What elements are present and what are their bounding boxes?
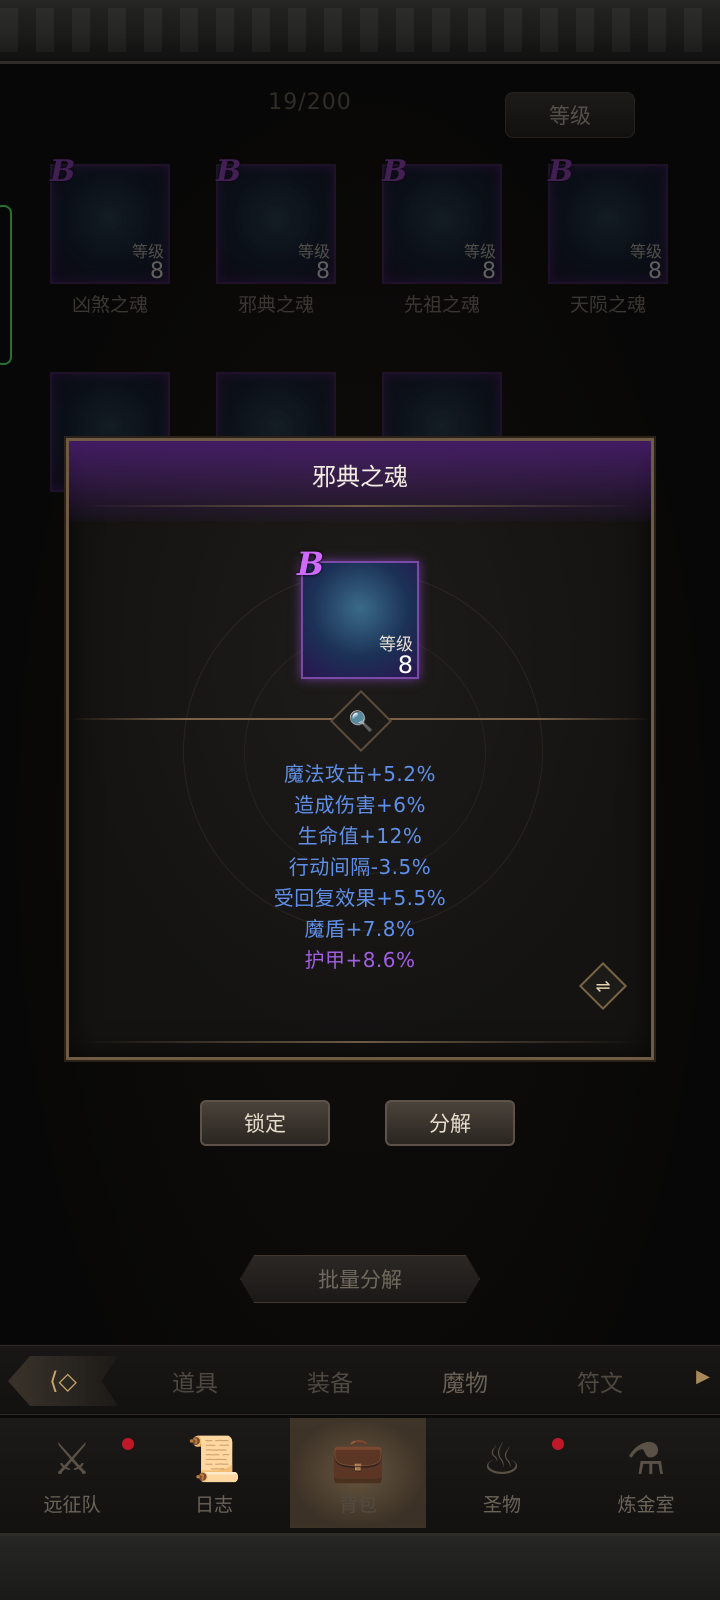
stat-line: 受回复效果+5.5% <box>273 886 447 910</box>
notification-dot <box>552 1438 564 1450</box>
nav-relics[interactable]: ♨ 圣物 <box>434 1418 570 1528</box>
tab-items[interactable]: 道具 <box>145 1364 245 1398</box>
nav-label: 圣物 <box>482 1494 521 1516</box>
alchemy-icon: ⚗ <box>626 1434 666 1485</box>
nav-expedition[interactable]: ⚔ 远征队 <box>4 1418 140 1528</box>
tab-equipment[interactable]: 装备 <box>280 1364 380 1398</box>
stats-list: 魔法攻击+5.2% 造成伤害+6% 生命值+12% 行动间隔-3.5% 受回复效… <box>69 759 651 976</box>
stat-line: 护甲+8.6% <box>304 948 416 972</box>
nav-backpack[interactable]: 💼 背包 <box>290 1418 426 1528</box>
nav-label: 背包 <box>338 1494 377 1516</box>
notification-dot <box>122 1438 134 1450</box>
viking-helmet-icon: ⚔ <box>52 1434 92 1485</box>
stat-line: 生命值+12% <box>297 824 423 848</box>
nav-alchemy[interactable]: ⚗ 炼金室 <box>578 1418 714 1528</box>
monster-detail-dialog: 邪典之魂 B 等级 8 🔍 魔法攻击+5.2% 造成伤害+6% 生命值+12% … <box>66 438 654 1060</box>
bottom-nav: ⚔ 远征队 📜 日志 💼 背包 ♨ 圣物 ⚗ 炼金室 <box>0 1418 720 1533</box>
stat-line: 造成伤害+6% <box>294 793 426 817</box>
nav-label: 炼金室 <box>617 1494 675 1516</box>
backpack-icon: 💼 <box>330 1434 386 1485</box>
decompose-button[interactable]: 分解 <box>385 1100 515 1146</box>
stat-line: 行动间隔-3.5% <box>288 855 432 879</box>
swap-icon: ⇌ <box>595 975 611 997</box>
nav-journal[interactable]: 📜 日志 <box>146 1418 282 1528</box>
nav-label: 远征队 <box>43 1494 101 1516</box>
monster-card-large: B 等级 8 <box>297 545 419 679</box>
category-bar: ⟨◇ 道具 装备 魔物 符文 ▶ <box>0 1345 720 1415</box>
bottom-frame <box>0 1533 720 1600</box>
chevron-right-icon[interactable]: ▶ <box>696 1366 710 1387</box>
scroll-icon: 📜 <box>186 1434 242 1485</box>
level-value: 8 <box>397 651 413 679</box>
tab-monsters[interactable]: 魔物 <box>415 1364 515 1398</box>
lock-button[interactable]: 锁定 <box>200 1100 330 1146</box>
dialog-title: 邪典之魂 <box>312 463 408 491</box>
batch-decompose-button[interactable]: 批量分解 <box>240 1255 480 1303</box>
grade-badge: B <box>297 545 325 583</box>
bottom-divider <box>79 1041 641 1043</box>
torch-icon: ♨ <box>482 1434 522 1485</box>
stat-line: 魔盾+7.8% <box>304 917 416 941</box>
stat-line: 魔法攻击+5.2% <box>283 762 437 786</box>
title-divider <box>83 505 637 507</box>
tab-runes[interactable]: 符文 <box>550 1364 650 1398</box>
nav-label: 日志 <box>194 1494 233 1516</box>
magnifier-icon: 🔍 <box>348 709 374 733</box>
back-arrow-icon[interactable]: ⟨◇ <box>8 1356 118 1406</box>
top-frame <box>0 0 720 64</box>
